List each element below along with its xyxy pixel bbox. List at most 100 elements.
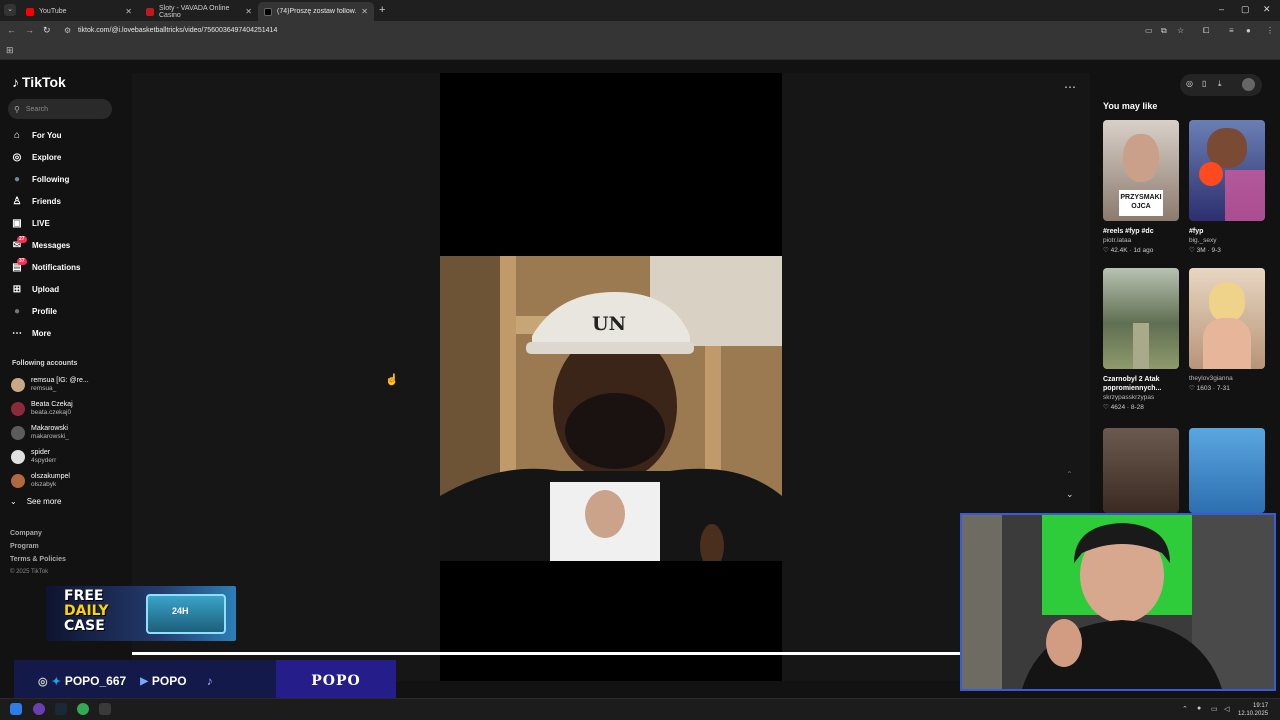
extensions-icon[interactable]: ⧠ <box>1203 26 1209 36</box>
profile-icon[interactable]: ● <box>1246 26 1251 35</box>
header-actions: ◎ ▯ ⤓ <box>1180 74 1262 96</box>
close-window-button[interactable]: ✕ <box>1263 4 1271 15</box>
apps-grid-icon[interactable]: ⊞ <box>6 45 14 56</box>
tiktok-logo[interactable]: ♪ TikTok <box>12 74 66 90</box>
system-clock[interactable]: 19:17 12.10.2025 <box>1238 702 1268 718</box>
video-thumbnail[interactable] <box>1189 120 1265 221</box>
volume-icon[interactable]: ◁ <box>1224 705 1229 713</box>
network-icon[interactable]: ▭ <box>1211 705 1218 713</box>
video-thumbnail[interactable]: PRZYSMAKI OJCA <box>1103 120 1179 221</box>
maximize-button[interactable]: ▢ <box>1241 4 1250 15</box>
search-input[interactable]: ⚲ Search <box>8 99 112 119</box>
site-info-icon[interactable]: ⚙ <box>64 26 71 35</box>
bookmarks-bar: ⊞ <box>0 42 1280 60</box>
account-name: remsua [IG: @re... <box>31 377 89 384</box>
tab-title: Sloty - VAVADA Online Casino <box>159 4 230 19</box>
phone-icon[interactable]: ▯ <box>1202 79 1206 88</box>
microphone-icon[interactable]: ● <box>1197 705 1201 712</box>
video-thumbnail[interactable] <box>1189 428 1265 513</box>
forward-arrow-icon[interactable]: → <box>25 25 34 35</box>
video-frame-image[interactable]: UN <box>440 256 782 561</box>
video-caption: #reels #fyp #dc <box>1103 228 1154 235</box>
video-player[interactable]: UN <box>440 73 782 681</box>
explore-icon[interactable]: ◎ <box>1186 79 1193 88</box>
suggested-video-card[interactable]: Czarnobyl 2 Atak popromiennych... skrzyp… <box>1103 268 1179 411</box>
video-stats: ♡ 4624 · 8-28 <box>1103 404 1144 411</box>
browser-menu-icon[interactable]: ⋮ <box>1266 26 1274 35</box>
more-options-icon[interactable]: ⋯ <box>1064 80 1076 94</box>
following-account[interactable]: Beata Czekaj beata.czekaj0 <box>11 400 73 417</box>
video-thumbnail[interactable] <box>1189 268 1265 369</box>
footer-link-program[interactable]: Program <box>10 543 39 550</box>
video-author: theylov3gianna <box>1189 375 1233 382</box>
video-player-area: UN ⋯ <box>132 73 1090 681</box>
new-tab-button[interactable]: + <box>379 4 385 16</box>
suggested-video-card[interactable] <box>1189 428 1265 513</box>
video-thumbnail[interactable] <box>1103 268 1179 369</box>
suggested-video-card[interactable]: theylov3gianna ♡ 1603 · 7-31 <box>1189 268 1265 392</box>
nav-friends[interactable]: ♙ Friends <box>10 192 61 210</box>
chevron-down-icon: ⌄ <box>10 497 17 506</box>
url-field[interactable]: tiktok.com/@i.lovebasketballtricks/video… <box>78 27 277 34</box>
previous-video-icon[interactable]: ⌃ <box>1066 470 1073 479</box>
nav-label: Notifications <box>32 262 81 272</box>
tab-search-button[interactable]: ⌄ <box>4 4 16 16</box>
steam-icon[interactable] <box>55 703 67 715</box>
case-box-image: 24H <box>146 594 226 634</box>
promo-line3: CASE <box>64 618 105 634</box>
minimize-button[interactable]: – <box>1219 4 1224 14</box>
bookmark-star-icon[interactable]: ☆ <box>1177 26 1184 35</box>
brand-label: POPO <box>276 660 396 702</box>
user-avatar[interactable] <box>1242 78 1255 91</box>
nav-notifications[interactable]: ▤ 37 Notifications <box>10 257 81 276</box>
friends-icon: ♙ <box>12 195 22 207</box>
following-account[interactable]: remsua [IG: @re... remsua_ <box>11 376 89 393</box>
nav-messages[interactable]: ✉ 27 Messages <box>10 235 70 254</box>
tab-tiktok[interactable]: (74)Proszę zostaw follow. popo... ✕ <box>258 2 374 21</box>
video-progress-bar[interactable] <box>132 652 962 655</box>
search-placeholder: Search <box>25 105 49 113</box>
download-icon[interactable]: ⤓ <box>1218 79 1222 89</box>
nav-explore[interactable]: ◎ Explore <box>10 148 62 166</box>
video-thumbnail[interactable] <box>1103 428 1179 513</box>
messages-icon: ✉ 27 <box>10 235 27 251</box>
see-more-button[interactable]: ⌄ See more <box>10 497 61 506</box>
media-icon[interactable]: ≡ <box>1229 26 1234 35</box>
likes-count: 1603 <box>1196 385 1212 392</box>
clock-date: 12.10.2025 <box>1238 711 1269 717</box>
nav-live[interactable]: ▣ LIVE <box>10 214 50 232</box>
reload-icon[interactable]: ↻ <box>43 25 51 36</box>
nav-more[interactable]: ⋯ More <box>10 324 51 342</box>
tab-vavada[interactable]: Sloty - VAVADA Online Casino ✕ <box>140 2 258 21</box>
next-video-icon[interactable]: ⌄ <box>1066 489 1074 500</box>
close-tab-icon[interactable]: ✕ <box>361 7 368 16</box>
obs-icon[interactable] <box>33 703 45 715</box>
copyright: © 2025 TikTok <box>10 569 49 575</box>
close-tab-icon[interactable]: ✕ <box>245 7 252 16</box>
avatar <box>11 425 25 440</box>
nav-for-you[interactable]: ⌂ For You <box>10 126 62 144</box>
nav-profile[interactable]: ● Profile <box>10 302 57 320</box>
chrome-icon[interactable] <box>77 703 89 715</box>
notifications-badge: 37 <box>17 257 27 265</box>
nav-upload[interactable]: ⊞ Upload <box>10 280 59 298</box>
suggested-video-card[interactable]: #fyp big._sexy ♡ 3M · 9-3 <box>1189 120 1265 254</box>
close-tab-icon[interactable]: ✕ <box>125 7 132 16</box>
following-account[interactable]: spider 4spyderr <box>11 448 56 465</box>
footer-link-company[interactable]: Company <box>10 530 42 537</box>
suggested-video-card[interactable] <box>1103 428 1179 513</box>
twitter-handle: ◎ ✦ POPO_667 <box>38 674 126 688</box>
start-button-icon[interactable] <box>10 703 22 715</box>
following-account[interactable]: olszakumpel olszabyk <box>11 472 70 489</box>
twitter-icon: ✦ <box>51 675 61 688</box>
tab-youtube[interactable]: YouTube ✕ <box>20 2 138 21</box>
footer-link-terms[interactable]: Terms & Policies <box>10 556 66 563</box>
suggested-video-card[interactable]: PRZYSMAKI OJCA #reels #fyp #dc piotr.lat… <box>1103 120 1179 254</box>
translate-icon[interactable]: ⧉ <box>1161 26 1167 36</box>
app-icon[interactable] <box>99 703 111 715</box>
nav-following[interactable]: ● Following <box>10 170 69 188</box>
tray-chevron-icon[interactable]: ⌃ <box>1182 705 1188 713</box>
following-account[interactable]: Makarowski makarowski_ <box>11 424 69 441</box>
back-arrow-icon[interactable]: ← <box>7 25 16 35</box>
install-app-icon[interactable]: ▭ <box>1145 26 1153 35</box>
